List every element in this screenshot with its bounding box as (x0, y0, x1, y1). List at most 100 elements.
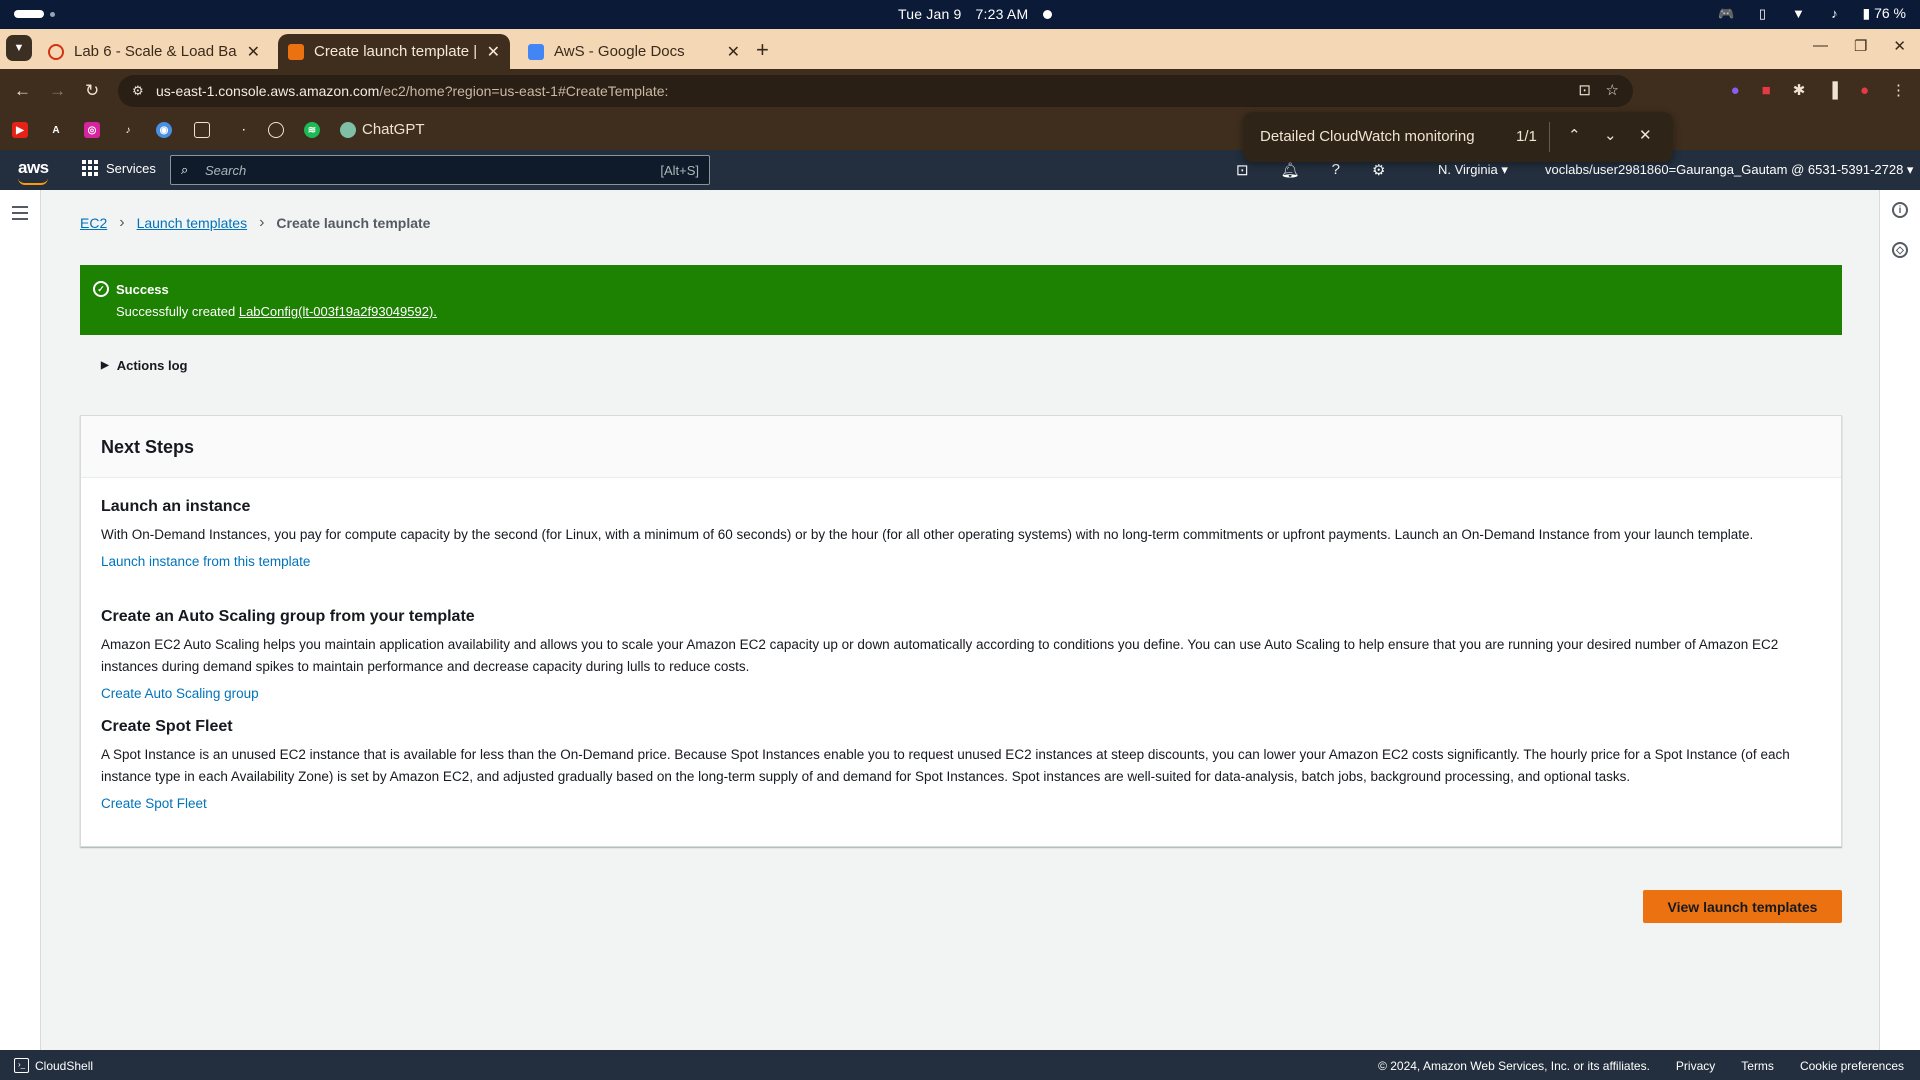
chevron-right-icon: › (259, 214, 265, 231)
lens-icon[interactable]: ⊡ (1578, 81, 1591, 99)
close-tab-icon[interactable]: ✕ (487, 42, 500, 62)
dot-bookmark-icon[interactable]: · (236, 122, 252, 138)
search-placeholder: Search (205, 163, 247, 178)
close-tab-icon[interactable]: ✕ (727, 42, 740, 62)
help-icon[interactable]: ? (1332, 161, 1340, 179)
site-info-icon[interactable]: ⚙ (132, 83, 144, 99)
next-steps-card: Next Steps Launch an instance With On-De… (80, 415, 1842, 847)
feedback-hex-icon[interactable]: ◇ (1892, 242, 1908, 258)
main-content: EC2 › Launch templates › Create launch t… (41, 190, 1879, 1050)
reload-icon[interactable]: ↻ (85, 81, 99, 101)
canvas-favicon-icon (48, 43, 64, 60)
services-menu[interactable]: Services (82, 160, 156, 176)
window-controls: — ❐ ✕ (1813, 37, 1906, 55)
cookie-preferences-link[interactable]: Cookie preferences (1800, 1059, 1904, 1073)
section-body: With On-Demand Instances, you pay for co… (101, 527, 1754, 542)
docs-favicon-icon (528, 43, 544, 60)
launch-instance-link[interactable]: Launch instance from this template (101, 554, 1821, 569)
actions-log-label: Actions log (116, 358, 188, 373)
flash-title: Success (116, 282, 169, 297)
menu-kebab-icon[interactable]: ⋮ (1891, 81, 1906, 99)
clipboard-icon[interactable]: ▯ (1754, 6, 1770, 22)
create-asg-link[interactable]: Create Auto Scaling group (101, 686, 1821, 701)
extension-icon[interactable]: ■ (1762, 82, 1771, 99)
region-selector[interactable]: N. Virginia ▾ (1438, 162, 1508, 178)
new-tab-button[interactable]: + (756, 37, 769, 63)
grid-icon (82, 160, 98, 176)
hamburger-menu-icon[interactable] (12, 206, 28, 224)
search-shortcut: [Alt+S] (660, 163, 699, 178)
actions-log-toggle[interactable]: ▶ Actions log (101, 358, 187, 373)
aws-nav-icons: ⊡ 🔔︎ ? ⚙ (1236, 161, 1385, 179)
address-bar[interactable]: ⚙ us-east-1.console.aws.amazon.com/ec2/h… (118, 75, 1633, 107)
find-input[interactable]: Detailed CloudWatch monitoring (1260, 128, 1475, 145)
tab-create-launch-template[interactable]: Create launch template | ✕ (278, 34, 510, 69)
desk-indicator-icon (50, 12, 55, 17)
find-previous-icon[interactable]: ⌃ (1568, 126, 1581, 144)
a-bookmark-icon[interactable]: A (48, 122, 64, 138)
launcher-pill[interactable] (14, 10, 44, 18)
bookmark-icon[interactable]: ◉ (156, 122, 172, 138)
extension-icon[interactable]: ● (1731, 82, 1740, 99)
view-launch-templates-button[interactable]: View launch templates (1643, 890, 1842, 923)
tab-google-docs[interactable]: AwS - Google Docs ✕ (518, 34, 750, 69)
folder-bookmark-icon[interactable] (194, 122, 210, 138)
account-menu[interactable]: voclabs/user2981860=Gauranga_Gautam @ 65… (1545, 162, 1913, 178)
instagram-bookmark-icon[interactable]: ◎ (84, 122, 100, 138)
find-next-icon[interactable]: ⌄ (1604, 126, 1617, 144)
youtube-bookmark-icon[interactable]: ▶ (12, 122, 28, 138)
tab-search-button[interactable]: ▼ (6, 35, 32, 61)
breadcrumb-ec2[interactable]: EC2 (80, 215, 107, 231)
flash-prefix: Successfully created (116, 304, 239, 319)
find-in-page-bar: Detailed CloudWatch monitoring 1/1 ⌃ ⌄ ✕ (1243, 112, 1673, 162)
tab-lab6[interactable]: Lab 6 - Scale & Load Bala ✕ (38, 34, 270, 69)
settings-gear-icon[interactable]: ⚙ (1372, 161, 1385, 179)
discord-icon[interactable]: 🎮 (1718, 6, 1734, 22)
back-icon[interactable]: ← (14, 81, 31, 101)
breadcrumb-launch-templates[interactable]: Launch templates (137, 215, 248, 231)
terminal-icon: ›_ (14, 1058, 29, 1073)
side-panel-icon[interactable]: ▐ (1827, 82, 1838, 99)
tab-title: Create launch template | (314, 43, 477, 60)
bookmark-star-icon[interactable]: ☆ (1606, 81, 1619, 99)
find-divider (1549, 122, 1550, 152)
card-title: Next Steps (81, 416, 1841, 478)
tiktok-bookmark-icon[interactable]: ♪ (120, 122, 136, 138)
close-tab-icon[interactable]: ✕ (247, 42, 260, 62)
terms-link[interactable]: Terms (1741, 1059, 1774, 1073)
privacy-link[interactable]: Privacy (1676, 1059, 1715, 1073)
caret-right-icon: ▶ (101, 360, 109, 371)
template-id-link[interactable]: LabConfig(lt-003f19a2f93049592). (239, 304, 437, 319)
console-footer: ›_ CloudShell © 2024, Amazon Web Service… (0, 1050, 1920, 1080)
minimize-icon[interactable]: — (1813, 37, 1828, 55)
notifications-bell-icon[interactable]: 🔔︎ (1281, 161, 1300, 179)
section-heading: Create an Auto Scaling group from your t… (101, 608, 475, 625)
globe-bookmark-icon[interactable] (268, 122, 284, 138)
screen-record-icon (1043, 10, 1052, 19)
restore-icon[interactable]: ❐ (1854, 37, 1867, 55)
create-spot-fleet-link[interactable]: Create Spot Fleet (101, 796, 1821, 811)
battery-indicator: ▮ 76 % (1862, 5, 1906, 21)
extensions-puzzle-icon[interactable]: ✱ (1793, 81, 1806, 99)
extensions-area: ● ■ ✱ ▐ ● ⋮ (1731, 81, 1906, 100)
url-host: us-east-1.console.aws.amazon.com (156, 83, 380, 99)
close-window-icon[interactable]: ✕ (1893, 37, 1906, 55)
cloudshell-icon[interactable]: ⊡ (1236, 161, 1249, 179)
chatgpt-bookmark[interactable]: ChatGPT (340, 121, 425, 138)
spotify-bookmark-icon[interactable]: ≋ (304, 122, 320, 138)
cloudshell-button[interactable]: ›_ CloudShell (14, 1058, 93, 1073)
os-tray: 🎮 ▯ ▼ ♪ ▮ 76 % (1718, 5, 1906, 22)
chatgpt-label: ChatGPT (362, 121, 425, 138)
check-circle-icon: ✓ (93, 281, 109, 297)
aws-logo[interactable]: aws (18, 158, 49, 185)
aws-favicon-icon (288, 43, 304, 60)
aws-search-input[interactable]: ⌕ Search [Alt+S] (170, 155, 710, 185)
forward-icon[interactable]: → (49, 81, 66, 101)
find-close-icon[interactable]: ✕ (1639, 126, 1652, 144)
info-icon[interactable]: i (1892, 202, 1908, 218)
success-flashbar: ✓ Success Successfully created LabConfig… (80, 265, 1842, 335)
profile-avatar-icon[interactable]: ● (1860, 82, 1869, 99)
url-text[interactable]: us-east-1.console.aws.amazon.com/ec2/hom… (156, 83, 668, 99)
os-clock: Tue Jan 9 7:23 AM (898, 6, 1042, 22)
os-time: 7:23 AM (975, 6, 1029, 22)
